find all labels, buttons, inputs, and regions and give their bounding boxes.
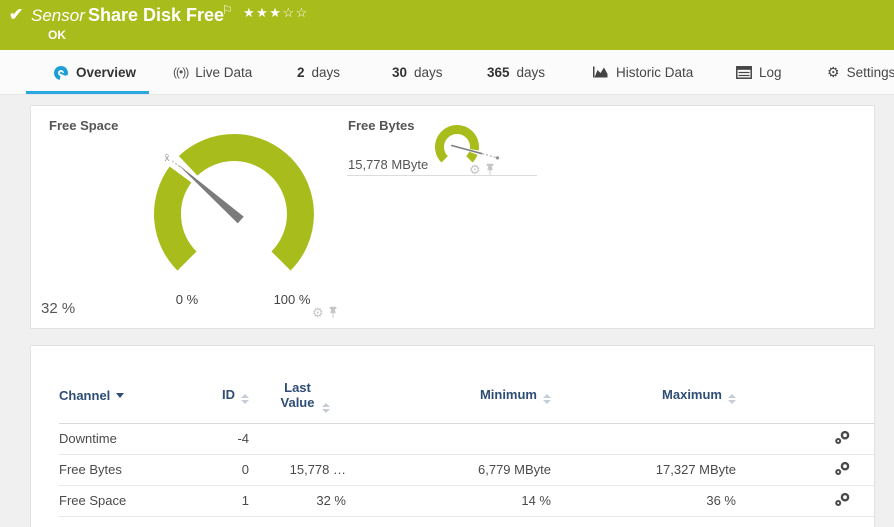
tab-settings[interactable]: ⚙ Settings bbox=[827, 50, 894, 94]
free-space-value: 32 % bbox=[41, 300, 75, 317]
gauge-settings-gear-icon[interactable]: ⚙ bbox=[312, 306, 324, 319]
channels-table: Channel ID Last Value Minimum Maximum bbox=[59, 368, 875, 517]
header-channel[interactable]: Channel bbox=[59, 368, 199, 423]
tab-overview-label: Overview bbox=[76, 65, 136, 80]
gauges-panel: Free Space x̄ 0 % 100 % 32 % ⚙ Free Byte bbox=[30, 105, 875, 329]
pin-icon[interactable] bbox=[328, 306, 338, 319]
gauge-min-label: 0 % bbox=[176, 292, 199, 307]
area-chart-icon bbox=[592, 65, 609, 79]
cell-maximum: 17,327 MByte bbox=[551, 454, 736, 485]
header-minimum[interactable]: Minimum bbox=[346, 368, 551, 423]
status-badge: OK bbox=[48, 28, 66, 42]
header-last-value[interactable]: Last Value bbox=[249, 368, 346, 423]
tab-30-days-label: days bbox=[414, 65, 443, 80]
header-id[interactable]: ID bbox=[199, 368, 249, 423]
mean-marker: x̄ bbox=[165, 153, 170, 164]
cell-minimum: 14 % bbox=[346, 485, 551, 516]
tab-log-label: Log bbox=[759, 65, 782, 80]
tab-historic-data[interactable]: Historic Data bbox=[592, 50, 693, 94]
gauge-needle bbox=[177, 164, 244, 224]
table-header-row: Channel ID Last Value Minimum Maximum bbox=[59, 368, 875, 423]
gauge-max-label: 100 % bbox=[274, 292, 311, 307]
tab-2-days-number: 2 bbox=[297, 65, 305, 80]
tab-365-days-label: days bbox=[517, 65, 546, 80]
cell-id: 1 bbox=[199, 485, 249, 516]
live-data-icon: ((•)) bbox=[173, 65, 188, 79]
sensor-status-header: ✔ Sensor Share Disk Free ⚐ ★★★☆☆ OK bbox=[0, 0, 894, 50]
tab-log[interactable]: Log bbox=[736, 50, 782, 94]
free-bytes-gauge-controls: ⚙ bbox=[469, 163, 495, 176]
tab-2-days[interactable]: 2 days bbox=[297, 50, 340, 94]
channel-settings-gears-icon[interactable] bbox=[834, 461, 851, 476]
tab-overview[interactable]: Overview bbox=[53, 50, 136, 94]
table-row: Free Bytes 0 15,778 … 6,779 MByte 17,327… bbox=[59, 454, 875, 485]
active-tab-underline bbox=[26, 91, 149, 94]
sort-icon bbox=[322, 403, 330, 413]
header-actions bbox=[736, 368, 875, 423]
tab-bar: Overview ((•)) Live Data 2 days 30 days … bbox=[0, 50, 894, 95]
sort-icon bbox=[543, 394, 551, 404]
cell-maximum: 36 % bbox=[551, 485, 736, 516]
cell-minimum: 6,779 MByte bbox=[346, 454, 551, 485]
cell-last-value: 32 % bbox=[249, 485, 346, 516]
cell-id: 0 bbox=[199, 454, 249, 485]
tab-2-days-label: days bbox=[312, 65, 341, 80]
header-id-label: ID bbox=[222, 387, 235, 402]
cell-channel: Free Space bbox=[59, 485, 199, 516]
free-space-gauge-title: Free Space bbox=[49, 118, 118, 133]
cell-maximum bbox=[551, 423, 736, 454]
sort-icon bbox=[241, 394, 249, 404]
gauge-settings-gear-icon[interactable]: ⚙ bbox=[469, 163, 481, 176]
channels-panel: Channel ID Last Value Minimum Maximum bbox=[30, 345, 875, 527]
tab-30-days-number: 30 bbox=[392, 65, 407, 80]
free-space-gauge: x̄ 0 % 100 % bbox=[134, 114, 334, 309]
sensor-title: Share Disk Free bbox=[88, 5, 224, 26]
pin-icon[interactable] bbox=[485, 163, 495, 176]
tab-settings-label: Settings bbox=[847, 65, 894, 80]
table-row: Downtime -4 bbox=[59, 423, 875, 454]
header-maximum-label: Maximum bbox=[662, 387, 722, 402]
ok-check-icon: ✔ bbox=[9, 5, 23, 25]
channel-settings-gears-icon[interactable] bbox=[834, 492, 851, 507]
header-last-value-label: Last Value bbox=[274, 380, 322, 410]
header-channel-label: Channel bbox=[59, 388, 110, 403]
tab-365-days-number: 365 bbox=[487, 65, 510, 80]
tab-live-data[interactable]: ((•)) Live Data bbox=[173, 50, 252, 94]
cell-minimum bbox=[346, 423, 551, 454]
cell-channel: Downtime bbox=[59, 423, 199, 454]
header-maximum[interactable]: Maximum bbox=[551, 368, 736, 423]
cell-last-value: 15,778 … bbox=[249, 454, 346, 485]
channel-settings-gears-icon[interactable] bbox=[834, 430, 851, 445]
priority-flag-icon[interactable]: ⚐ bbox=[222, 3, 233, 17]
prtg-sensor-page: ✔ Sensor Share Disk Free ⚐ ★★★☆☆ OK Over… bbox=[0, 0, 894, 527]
cell-id: -4 bbox=[199, 423, 249, 454]
gauge-icon bbox=[53, 64, 69, 81]
log-list-icon bbox=[736, 66, 752, 79]
cell-channel: Free Bytes bbox=[59, 454, 199, 485]
cell-last-value bbox=[249, 423, 346, 454]
free-bytes-gauge-title: Free Bytes bbox=[348, 118, 414, 133]
sort-desc-icon bbox=[116, 393, 124, 398]
table-row: Free Space 1 32 % 14 % 36 % bbox=[59, 485, 875, 516]
free-space-gauge-controls: ⚙ bbox=[312, 306, 338, 319]
gear-icon: ⚙ bbox=[827, 64, 840, 81]
header-minimum-label: Minimum bbox=[480, 387, 537, 402]
tab-live-data-label: Live Data bbox=[195, 65, 252, 80]
tab-365-days[interactable]: 365 days bbox=[487, 50, 545, 94]
priority-stars[interactable]: ★★★☆☆ bbox=[243, 5, 309, 21]
free-bytes-divider bbox=[347, 175, 537, 176]
free-bytes-value: 15,778 MByte bbox=[348, 157, 428, 172]
sort-icon bbox=[728, 394, 736, 404]
tab-30-days[interactable]: 30 days bbox=[392, 50, 443, 94]
object-kind-label: Sensor bbox=[31, 6, 85, 26]
tab-historic-data-label: Historic Data bbox=[616, 65, 693, 80]
